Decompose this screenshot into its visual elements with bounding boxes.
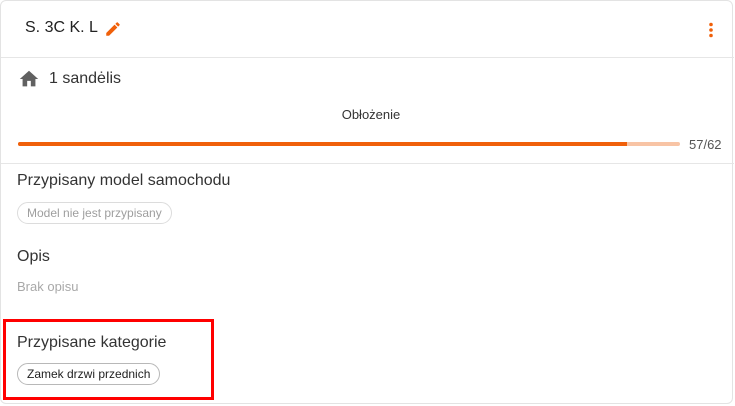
storage-title: S. 3C K. L [25,19,98,36]
car-model-chip: Model nie jest przypisany [17,202,172,224]
description-title: Opis [17,248,50,265]
occupancy-progress-bar [18,142,680,146]
occupancy-count: 57/62 [689,137,722,152]
warehouse-label: 1 sandėlis [49,70,122,87]
highlight-box [3,319,214,400]
car-model-title: Przypisany model samochodu [17,172,231,189]
card-header: S. 3C K. L [1,1,734,58]
edit-pencil-icon[interactable] [104,20,122,38]
divider [1,163,734,164]
home-icon [19,70,39,87]
occupancy-label: Obłożenie [341,107,401,122]
warehouse-row: 1 sandėlis [18,67,121,91]
occupancy-progress-fill [18,142,627,146]
more-vertical-icon[interactable] [701,20,721,40]
description-text: Brak opisu [17,279,79,294]
